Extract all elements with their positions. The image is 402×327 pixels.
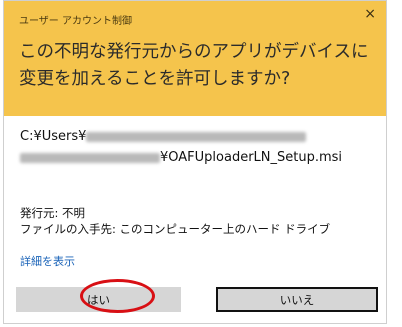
window-title: ユーザー アカウント制御 <box>19 16 132 27</box>
redacted-path-segment <box>86 131 307 142</box>
no-button[interactable]: いいえ <box>216 287 378 312</box>
dialog-header: ユーザー アカウント制御 × この不明な発行元からのアプリがデバイスに変更を加え… <box>4 1 386 116</box>
close-icon[interactable]: × <box>364 6 376 22</box>
path-filename: ¥OAFUploaderLN_Setup.msi <box>160 150 343 165</box>
file-path: C:¥Users¥ ¥OAFUploaderLN_Setup.msi <box>20 126 380 168</box>
file-info: 発行元: 不明 ファイルの入手先: このコンピューター上のハード ドライブ <box>20 205 330 237</box>
redacted-path-segment <box>20 152 160 163</box>
uac-dialog: ユーザー アカウント制御 × この不明な発行元からのアプリがデバイスに変更を加え… <box>3 0 387 324</box>
path-prefix: C:¥Users¥ <box>20 129 87 144</box>
publisher-text: 発行元: 不明 <box>20 206 86 220</box>
file-origin-text: ファイルの入手先: このコンピューター上のハード ドライブ <box>20 222 331 236</box>
show-details-link[interactable]: 詳細を表示 <box>20 253 75 269</box>
yes-button[interactable]: はい <box>16 287 181 312</box>
permission-question: この不明な発行元からのアプリがデバイスに変更を加えることを許可しますか? <box>19 42 369 89</box>
